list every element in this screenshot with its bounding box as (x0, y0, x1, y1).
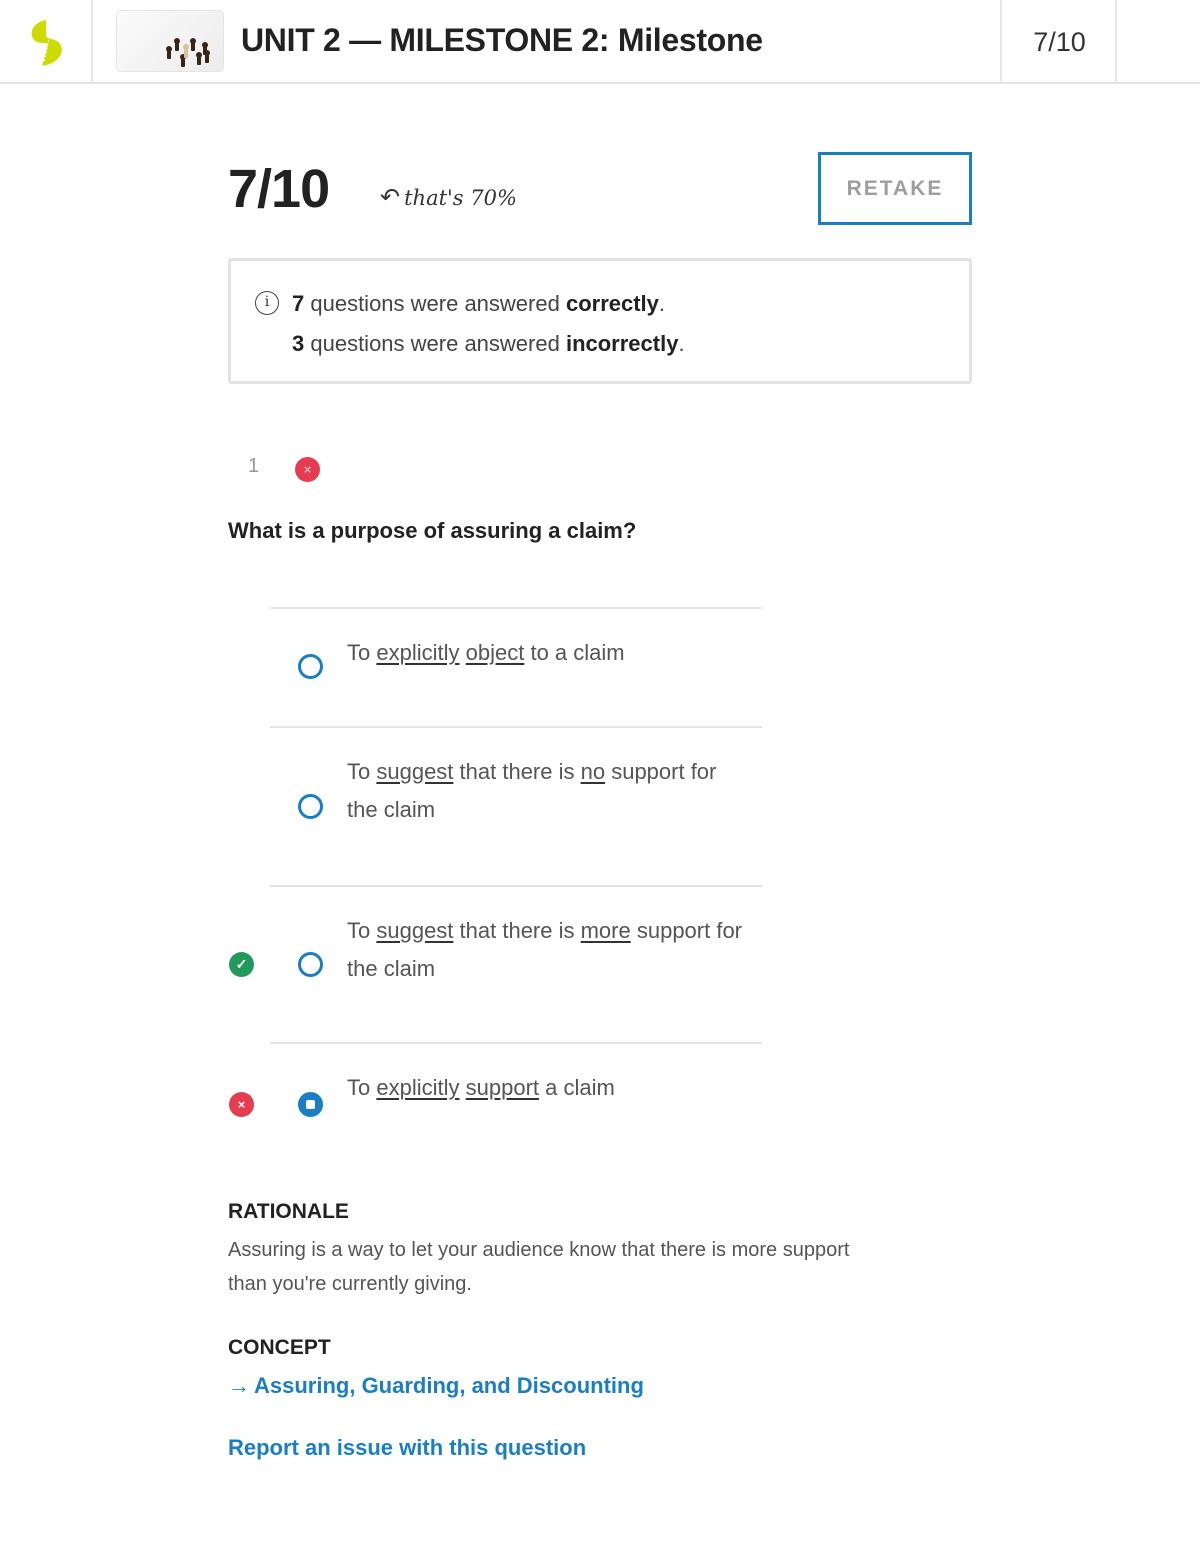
option-text-part: a claim (539, 1075, 615, 1100)
incorrect-count: 3 (292, 331, 305, 356)
chess-pawns-icon (166, 38, 210, 67)
correct-word: correctly (565, 291, 659, 316)
correct-count: 7 (292, 291, 305, 316)
keyword: no (580, 759, 606, 784)
rationale-text: Assuring is a way to let your audience k… (228, 1239, 850, 1295)
option-text-part: to a claim (524, 640, 625, 665)
rationale-title: RATIONALE (228, 1200, 349, 1223)
keyword: support (465, 1075, 540, 1100)
period: . (678, 331, 685, 356)
radio-selected[interactable] (298, 1092, 323, 1117)
option-divider (270, 1042, 762, 1044)
question-text: What is a purpose of assuring a claim? (228, 518, 637, 543)
answer-option-text[interactable]: To explicitly object to a claim (347, 634, 747, 672)
sophia-logo-icon[interactable] (26, 18, 68, 68)
incorrect-answer-x-icon: × (229, 1092, 254, 1117)
question-number: 1 (248, 455, 260, 477)
option-text-part: To (347, 918, 377, 943)
score-percent-note: ↶ that's 70% (380, 183, 517, 211)
keyword: explicitly (376, 1075, 460, 1100)
keyword: more (580, 918, 631, 943)
option-divider (270, 885, 762, 887)
curved-arrow-icon: ↶ (380, 183, 401, 211)
top-header: UNIT 2 — MILESTONE 2: Milestone 7/10 (0, 0, 1200, 84)
course-thumbnail (116, 10, 224, 72)
answer-option-text[interactable]: To explicitly support a claim (347, 1069, 747, 1107)
score-display: 7/10 (228, 159, 330, 219)
keyword: suggest (376, 759, 454, 784)
option-divider (270, 726, 762, 728)
option-text-part: To (347, 759, 377, 784)
summary-text: questions were answered (304, 331, 566, 356)
option-text-part: To (347, 640, 377, 665)
answer-option-text[interactable]: To suggest that there is no support for … (347, 753, 747, 829)
concept-link[interactable]: → Assuring, Guarding, and Discounting (228, 1373, 644, 1399)
page-title: UNIT 2 — MILESTONE 2: Milestone (241, 22, 763, 58)
info-icon: i (255, 291, 279, 315)
results-summary-box: i 7 questions were answered correctly. 3… (228, 258, 972, 384)
percent-note-text: that's 70% (404, 186, 517, 210)
correct-summary: 7 questions were answered correctly. (292, 291, 665, 317)
option-text-part: that there is (453, 759, 581, 784)
option-divider (270, 607, 762, 609)
radio-unselected[interactable] (298, 952, 323, 977)
period: . (658, 291, 666, 316)
summary-text: questions were answered (304, 291, 566, 316)
report-issue-link[interactable]: Report an issue with this question (228, 1435, 586, 1461)
concept-title: CONCEPT (228, 1336, 331, 1359)
question-incorrect-icon: × (295, 457, 320, 482)
incorrect-word: incorrectly (565, 331, 679, 356)
correct-answer-check-icon: ✓ (229, 952, 254, 977)
radio-unselected[interactable] (298, 654, 323, 679)
arrow-right-icon: → (228, 1373, 250, 1398)
radio-unselected[interactable] (298, 794, 323, 819)
logo-cell (0, 0, 93, 82)
keyword: suggest (376, 918, 454, 943)
retake-button[interactable]: RETAKE (818, 152, 972, 225)
option-text-part: To (347, 1075, 377, 1100)
concept-link-label: Assuring, Guarding, and Discounting (254, 1373, 644, 1398)
incorrect-summary: 3 questions were answered incorrectly. (292, 331, 685, 357)
header-score: 7/10 (1033, 27, 1086, 57)
keyword: explicitly (376, 640, 460, 665)
answer-option-text[interactable]: To suggest that there is more support fo… (347, 912, 747, 988)
option-text-part: that there is (453, 918, 581, 943)
keyword: object (465, 640, 525, 665)
header-score-cell: 7/10 (1000, 0, 1117, 82)
